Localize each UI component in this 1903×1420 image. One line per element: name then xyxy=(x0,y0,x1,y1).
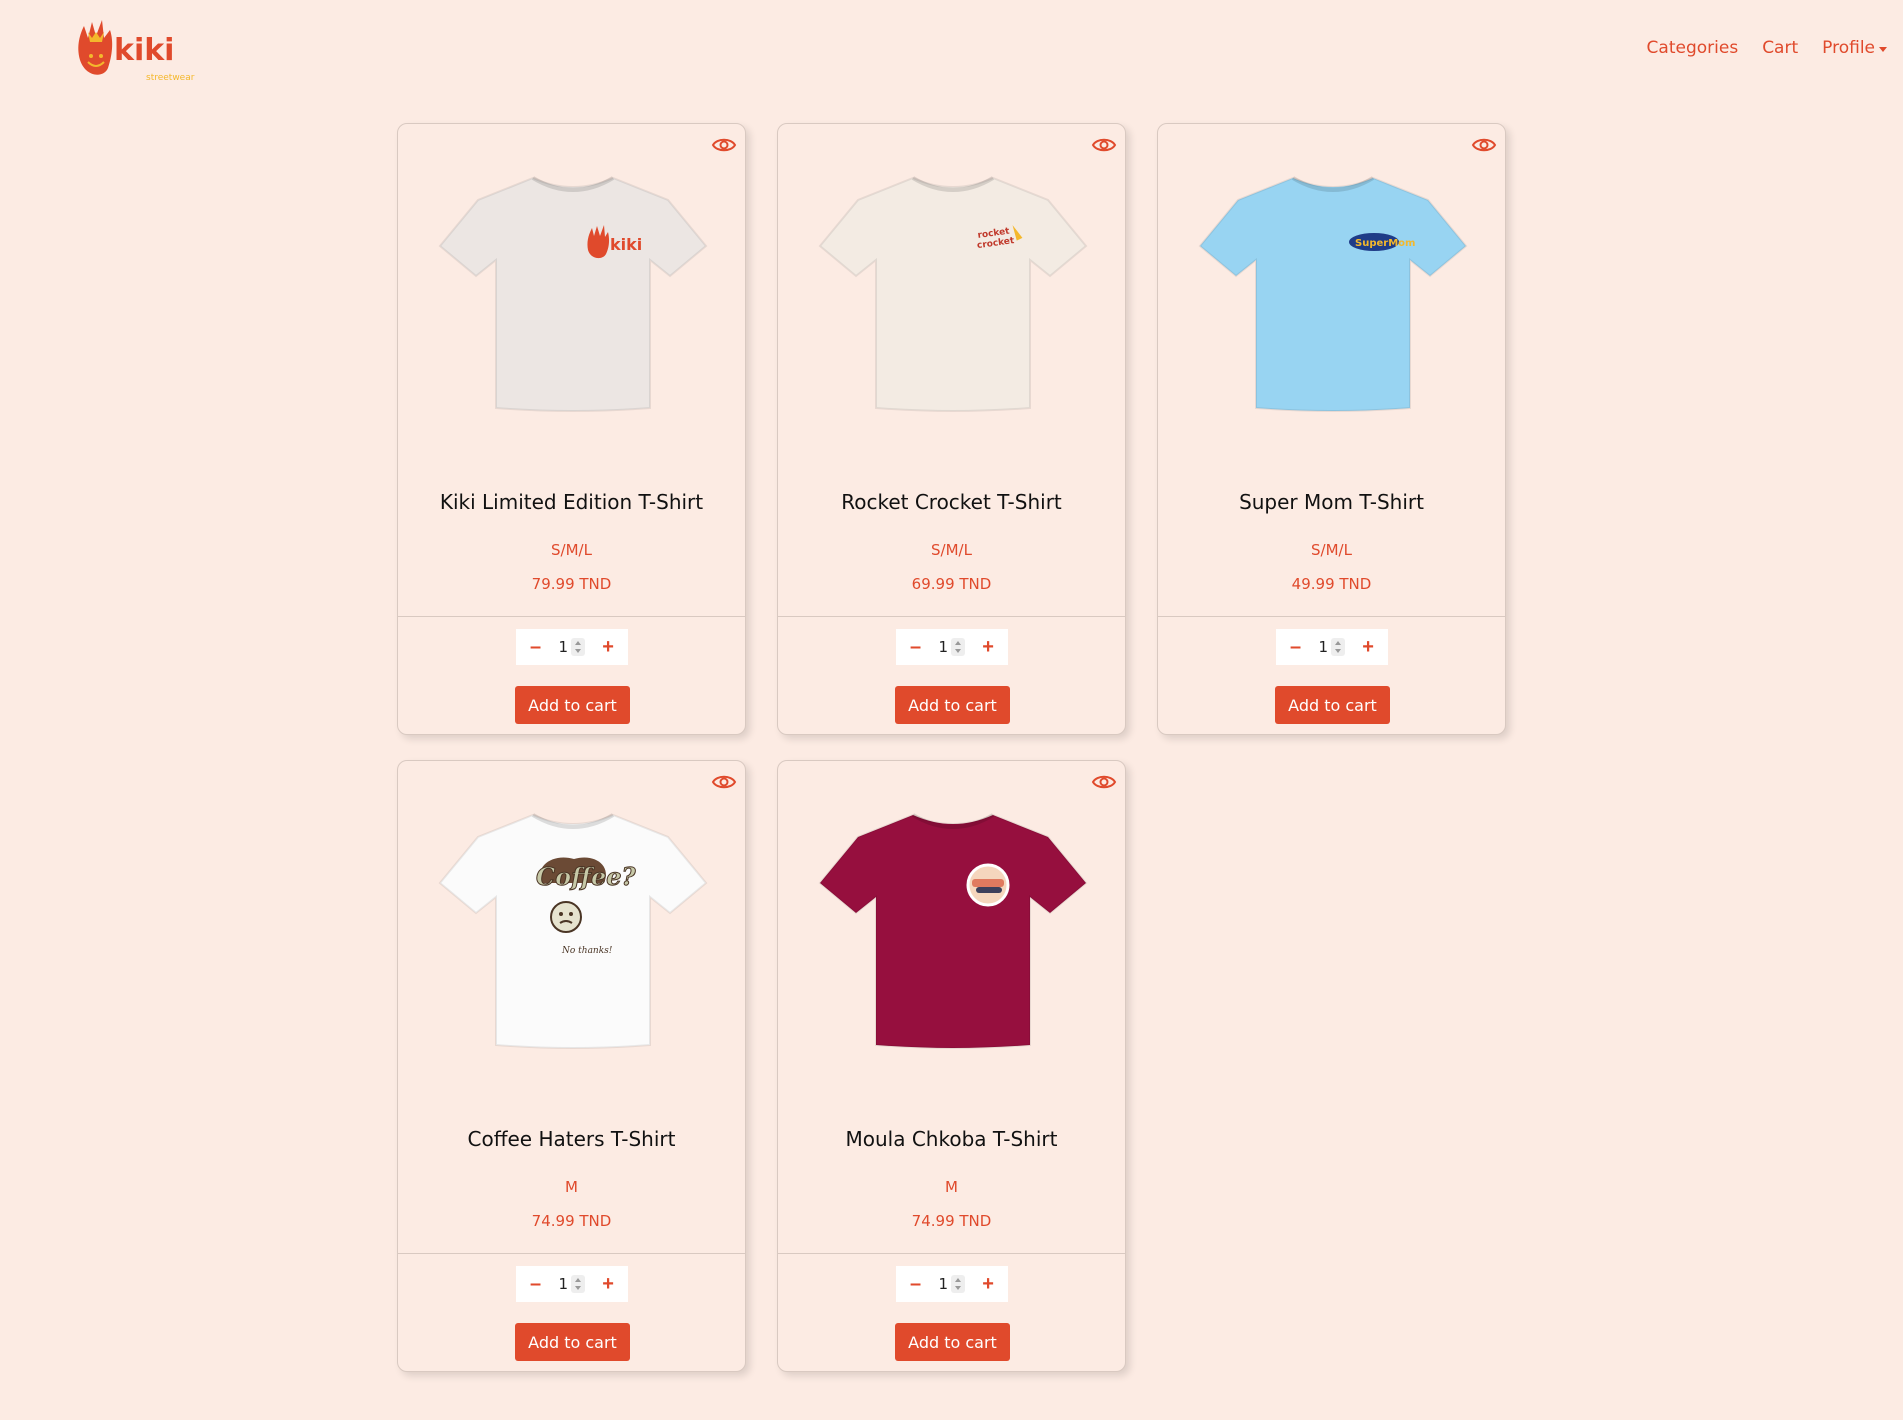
product-card-3: SuperMom Super Mom T-Shirt S/M/L 49.99 T… xyxy=(1157,123,1506,735)
eye-icon[interactable] xyxy=(1091,132,1117,158)
spinner-icon[interactable] xyxy=(570,638,585,656)
decrement-button[interactable]: – xyxy=(910,637,921,657)
quantity-value: 1 xyxy=(558,1275,568,1293)
decrement-button[interactable]: – xyxy=(1290,637,1301,657)
product-image: kiki xyxy=(426,158,719,428)
quantity-value: 1 xyxy=(938,1275,948,1293)
spinner-icon[interactable] xyxy=(1330,638,1345,656)
add-to-cart-button[interactable]: Add to cart xyxy=(1275,686,1390,724)
tshirt-image: Coffee? No thanks! xyxy=(438,813,707,1049)
decrement-button[interactable]: – xyxy=(530,637,541,657)
quantity-value: 1 xyxy=(558,638,568,656)
quantity-value: 1 xyxy=(938,638,948,656)
eye-icon[interactable] xyxy=(1471,132,1497,158)
chevron-down-icon xyxy=(1879,46,1887,52)
spinner-icon[interactable] xyxy=(570,1275,585,1293)
product-grid: kiki Kiki Limited Edition T-Shirt S/M/L … xyxy=(397,123,1506,1372)
quantity-input[interactable]: 1 xyxy=(938,1275,965,1293)
product-name: Moula Chkoba T-Shirt xyxy=(845,1127,1058,1151)
tshirt-image: kiki xyxy=(438,176,707,412)
product-sizes: S/M/L xyxy=(931,541,972,559)
product-image xyxy=(806,795,1099,1065)
product-sizes: M xyxy=(565,1178,578,1196)
product-name: Coffee Haters T-Shirt xyxy=(467,1127,676,1151)
increment-button[interactable]: + xyxy=(602,637,614,657)
card-divider xyxy=(778,616,1125,617)
increment-button[interactable]: + xyxy=(982,637,994,657)
quantity-stepper: – 1 + xyxy=(1276,629,1388,665)
add-to-cart-button[interactable]: Add to cart xyxy=(515,1323,630,1361)
increment-button[interactable]: + xyxy=(1362,637,1374,657)
nav-categories[interactable]: Categories xyxy=(1647,38,1739,58)
navbar: kiki streetwear Categories Cart Profile xyxy=(0,0,1903,100)
product-sizes: S/M/L xyxy=(551,541,592,559)
quantity-stepper: – 1 + xyxy=(516,1266,628,1302)
card-divider xyxy=(398,616,745,617)
tshirt-image xyxy=(818,813,1087,1049)
quantity-stepper: – 1 + xyxy=(896,629,1008,665)
decrement-button[interactable]: – xyxy=(530,1274,541,1294)
product-name: Rocket Crocket T-Shirt xyxy=(841,490,1062,514)
card-divider xyxy=(1158,616,1505,617)
tshirt-image: SuperMom xyxy=(1198,176,1467,412)
product-name: Super Mom T-Shirt xyxy=(1239,490,1424,514)
quantity-input[interactable]: 1 xyxy=(1318,638,1345,656)
svg-text:kiki: kiki xyxy=(610,235,642,254)
product-card-2: rocket crocket Rocket Crocket T-Shirt S/M… xyxy=(777,123,1126,735)
spinner-icon[interactable] xyxy=(950,638,965,656)
svg-text:Coffee?: Coffee? xyxy=(536,862,637,891)
product-price: 74.99 TND xyxy=(531,1212,612,1230)
eye-icon[interactable] xyxy=(1091,769,1117,795)
add-to-cart-button[interactable]: Add to cart xyxy=(515,686,630,724)
product-card-1: kiki Kiki Limited Edition T-Shirt S/M/L … xyxy=(397,123,746,735)
nav-profile-label: Profile xyxy=(1822,38,1875,58)
svg-text:SuperMom: SuperMom xyxy=(1355,238,1415,249)
quantity-stepper: – 1 + xyxy=(516,629,628,665)
card-divider xyxy=(398,1253,745,1254)
increment-button[interactable]: + xyxy=(602,1274,614,1294)
eye-icon[interactable] xyxy=(711,132,737,158)
product-sizes: M xyxy=(945,1178,958,1196)
card-divider xyxy=(778,1253,1125,1254)
product-price: 69.99 TND xyxy=(911,575,992,593)
decrement-button[interactable]: – xyxy=(910,1274,921,1294)
tshirt-image: rocketcrocket xyxy=(818,176,1087,412)
product-name: Kiki Limited Edition T-Shirt xyxy=(439,490,704,514)
quantity-value: 1 xyxy=(1318,638,1328,656)
kiki-logo[interactable]: kiki streetwear xyxy=(74,16,198,88)
increment-button[interactable]: + xyxy=(982,1274,994,1294)
product-image: Coffee? No thanks! xyxy=(426,795,719,1065)
product-image: rocket crocket xyxy=(806,158,1099,428)
quantity-input[interactable]: 1 xyxy=(558,638,585,656)
product-price: 79.99 TND xyxy=(531,575,612,593)
product-card-5: Moula Chkoba T-Shirt M 74.99 TND – 1 + A… xyxy=(777,760,1126,1372)
product-price: 74.99 TND xyxy=(911,1212,992,1230)
add-to-cart-button[interactable]: Add to cart xyxy=(895,1323,1010,1361)
svg-text:kiki: kiki xyxy=(114,33,174,68)
eye-icon[interactable] xyxy=(711,769,737,795)
product-card-4: Coffee? No thanks! Coffee Haters T-Shirt … xyxy=(397,760,746,1372)
product-sizes: S/M/L xyxy=(1311,541,1352,559)
svg-text:streetwear: streetwear xyxy=(146,73,195,83)
spinner-icon[interactable] xyxy=(950,1275,965,1293)
quantity-input[interactable]: 1 xyxy=(558,1275,585,1293)
quantity-input[interactable]: 1 xyxy=(938,638,965,656)
svg-text:No thanks!: No thanks! xyxy=(561,946,613,956)
nav-cart[interactable]: Cart xyxy=(1762,38,1798,58)
nav-profile-dropdown[interactable]: Profile xyxy=(1822,38,1887,58)
add-to-cart-button[interactable]: Add to cart xyxy=(895,686,1010,724)
product-price: 49.99 TND xyxy=(1291,575,1372,593)
product-image: SuperMom xyxy=(1186,158,1479,428)
quantity-stepper: – 1 + xyxy=(896,1266,1008,1302)
